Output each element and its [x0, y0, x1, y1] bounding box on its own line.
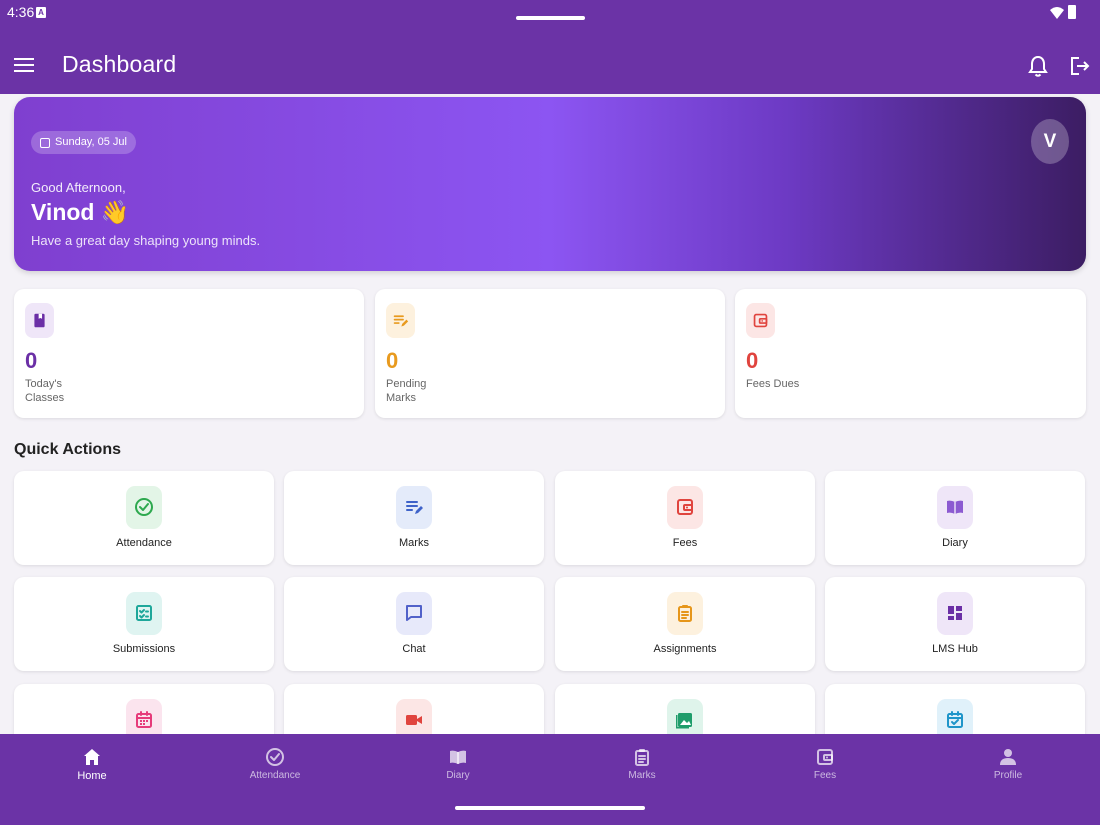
- nav-label: Fees: [813, 770, 837, 781]
- nav-home[interactable]: Home: [32, 734, 152, 794]
- quick-actions-title: Quick Actions: [14, 441, 121, 458]
- action-label: Fees: [672, 537, 698, 549]
- action-icon-box: [126, 486, 162, 529]
- action-icon-box: [667, 486, 703, 529]
- stat-card[interactable]: 0 Today's Classes: [14, 289, 364, 418]
- action-icon-box: [937, 486, 973, 529]
- gesture-navigation-pill: [455, 806, 645, 810]
- nav-label: Diary: [446, 770, 470, 781]
- clipboard-icon: [635, 749, 649, 766]
- quick-action-chat[interactable]: Chat: [284, 577, 544, 671]
- checklist-icon: [136, 605, 152, 621]
- nav-label: Home: [77, 770, 107, 782]
- nav-label: Marks: [628, 770, 656, 781]
- edit-list-icon: [406, 501, 423, 514]
- person-icon: [1000, 749, 1016, 765]
- stat-icon-box: [25, 303, 54, 338]
- stat-icon-box: [386, 303, 415, 338]
- stat-card[interactable]: 0 Fees Dues: [735, 289, 1086, 418]
- open-book-icon: [947, 500, 963, 514]
- action-label: Submissions: [112, 643, 176, 655]
- calendar-icon: [136, 711, 152, 728]
- image-icon: [676, 713, 692, 729]
- nav-diary[interactable]: Diary: [398, 734, 518, 794]
- date-chip: Sunday, 05 Jul: [31, 131, 136, 154]
- menu-icon: [14, 58, 34, 60]
- notification-a-icon: A: [36, 7, 46, 18]
- quick-action-attendance[interactable]: Attendance: [14, 471, 274, 565]
- notifications-bell-icon[interactable]: [1027, 54, 1049, 78]
- dashboard-icon: [948, 606, 962, 620]
- action-icon-box: [126, 592, 162, 635]
- quick-action-submissions[interactable]: Submissions: [14, 577, 274, 671]
- bottom-navigation: Home Attendance Diary Marks Fees Profile: [0, 734, 1100, 825]
- check-circle-icon: [135, 498, 153, 516]
- action-label: Chat: [402, 643, 426, 655]
- nav-label: Profile: [993, 770, 1023, 781]
- action-icon-box: [667, 592, 703, 635]
- tagline-text: Have a great day shaping young minds.: [31, 233, 261, 248]
- greeting-text: Good Afternoon,: [31, 180, 126, 195]
- action-label: LMS Hub: [932, 643, 978, 655]
- open-book-icon: [450, 750, 466, 764]
- app-bar: Dashboard: [0, 36, 1100, 94]
- stat-card[interactable]: 0 Pending Marks: [375, 289, 725, 418]
- wallet-icon: [753, 313, 768, 328]
- menu-button[interactable]: [14, 54, 34, 76]
- avatar[interactable]: V: [1031, 119, 1069, 164]
- action-icon-box: [396, 486, 432, 529]
- top-gesture-pill: [516, 16, 585, 20]
- nav-attendance[interactable]: Attendance: [215, 734, 335, 794]
- quick-action-lms-hub[interactable]: LMS Hub: [825, 577, 1085, 671]
- status-bar: 4:36 A: [0, 0, 1100, 36]
- calendar-check-icon: [947, 711, 963, 728]
- nav-label: Attendance: [249, 770, 301, 781]
- quick-action-fees[interactable]: Fees: [555, 471, 815, 565]
- clipboard-icon: [678, 605, 692, 622]
- battery-icon: [1068, 5, 1076, 19]
- greeting-card: Sunday, 05 Jul Good Afternoon, Vinod 👋 H…: [14, 97, 1086, 271]
- action-icon-box: [396, 592, 432, 635]
- stat-value: 0: [746, 348, 759, 373]
- video-icon: [406, 715, 422, 725]
- stat-value: 0: [25, 348, 38, 373]
- calendar-icon: [40, 138, 50, 148]
- action-label: Assignments: [653, 643, 717, 655]
- action-label: Attendance: [116, 537, 172, 549]
- quick-action-marks[interactable]: Marks: [284, 471, 544, 565]
- book-icon: [34, 313, 45, 328]
- user-name: Vinod 👋: [31, 199, 130, 225]
- quick-action-assignments[interactable]: Assignments: [555, 577, 815, 671]
- wallet-icon: [817, 749, 833, 765]
- status-time: 4:36: [7, 4, 35, 20]
- stat-label: Pending Marks: [386, 378, 427, 404]
- action-label: Diary: [942, 537, 968, 549]
- stat-label: Fees Dues: [746, 378, 800, 390]
- edit-list-icon: [393, 315, 409, 327]
- stat-value: 0: [386, 348, 399, 373]
- action-icon-box: [937, 592, 973, 635]
- quick-action-diary[interactable]: Diary: [825, 471, 1085, 565]
- nav-marks[interactable]: Marks: [582, 734, 702, 794]
- date-text: Sunday, 05 Jul: [55, 136, 127, 148]
- page-title: Dashboard: [62, 51, 177, 77]
- stat-label: Today's Classes: [25, 378, 65, 404]
- wifi-icon: [1050, 7, 1064, 19]
- nav-profile[interactable]: Profile: [948, 734, 1068, 794]
- chat-icon: [406, 605, 422, 621]
- nav-fees[interactable]: Fees: [765, 734, 885, 794]
- home-icon: [84, 749, 100, 765]
- logout-icon[interactable]: [1069, 54, 1091, 78]
- action-label: Marks: [399, 537, 429, 549]
- check-circle-icon: [266, 748, 284, 766]
- stat-icon-box: [746, 303, 775, 338]
- wallet-icon: [677, 499, 693, 515]
